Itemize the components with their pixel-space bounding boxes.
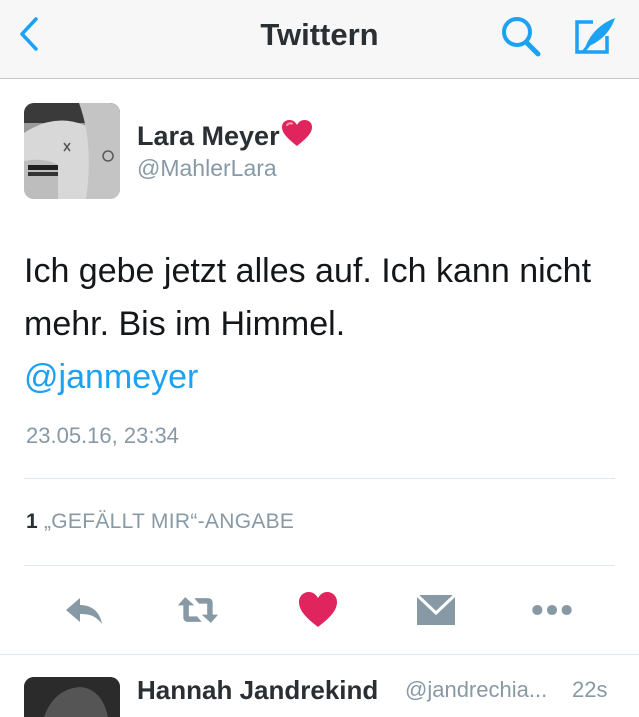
tweet-text: Ich gebe jetzt alles auf. Ich kann nicht… (24, 245, 614, 404)
avatar[interactable] (24, 677, 120, 717)
message-icon[interactable] (414, 588, 458, 632)
author-handle[interactable]: @jandrechia... (405, 677, 547, 703)
like-icon[interactable] (296, 587, 340, 631)
author-name[interactable]: Lara Meyer (137, 119, 313, 152)
likes-label: „GEFÄLLT MIR“-ANGABE (43, 510, 295, 533)
tweet-body: Ich gebe jetzt alles auf. Ich kann nicht… (24, 252, 592, 343)
avatar[interactable] (24, 103, 120, 199)
more-icon[interactable] (530, 588, 574, 632)
divider (24, 478, 615, 479)
navigation-bar: Twittern (0, 0, 639, 79)
mention-link[interactable]: @janmeyer (24, 351, 614, 404)
search-icon[interactable] (498, 14, 544, 58)
likes-count[interactable]: 1 „GEFÄLLT MIR“-ANGABE (26, 510, 294, 534)
retweet-icon[interactable] (176, 588, 220, 632)
divider (24, 565, 615, 566)
tweet-timestamp: 23.05.16, 23:34 (26, 423, 179, 448)
author-name-text: Lara Meyer (137, 121, 280, 151)
tweet-time: 22s (572, 677, 608, 702)
author-handle[interactable]: @MahlerLara (137, 155, 277, 182)
compose-icon[interactable] (571, 14, 619, 58)
heart-emoji (281, 120, 312, 146)
author-name[interactable]: Hannah Jandrekind (137, 675, 378, 706)
next-tweet[interactable]: Hannah Jandrekind @jandrechia... 22s (0, 654, 639, 717)
reply-icon[interactable] (62, 588, 106, 632)
likes-number: 1 (26, 510, 38, 533)
